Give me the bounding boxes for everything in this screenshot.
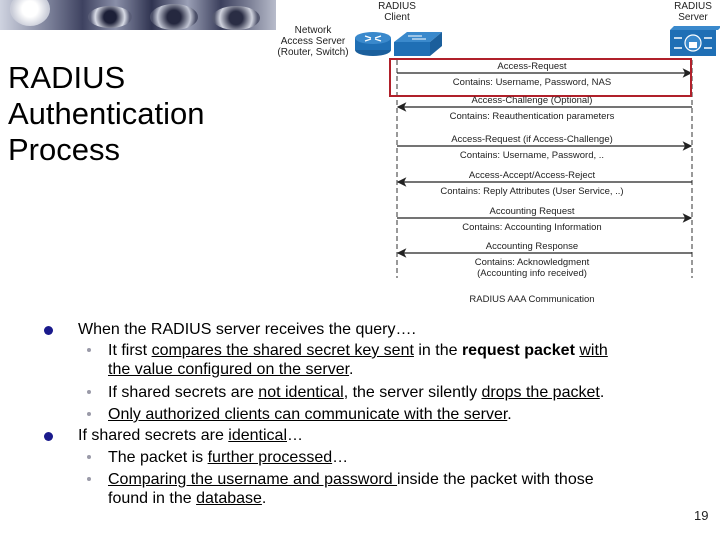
underlined-text: drops the packet bbox=[481, 384, 600, 401]
message-name: Access-Request (if Access-Challenge) bbox=[451, 134, 613, 145]
router-icon bbox=[355, 32, 391, 56]
text: . bbox=[261, 490, 267, 507]
underlined-text: compares the shared secret key sent bbox=[151, 342, 414, 359]
text: The packet is bbox=[108, 449, 208, 466]
bullet-item: If shared secrets are identical… bbox=[78, 426, 303, 445]
underlined-text: further processed bbox=[207, 449, 333, 466]
text: . bbox=[507, 406, 512, 423]
message-name: Access-Request bbox=[497, 61, 567, 72]
text: . bbox=[599, 384, 605, 401]
text: inside the packet with those bbox=[397, 471, 594, 488]
title-line: Process bbox=[8, 132, 120, 167]
underlined-text: not identical bbox=[258, 384, 344, 401]
underlined-text: Comparing the username and password bbox=[108, 471, 398, 488]
diagram-caption: RADIUS AAA Communication bbox=[469, 294, 595, 305]
message-contents: Contains: Accounting Information bbox=[462, 222, 602, 233]
sub-bullet-dot-icon bbox=[87, 455, 91, 459]
slide-title: RADIUS Authentication Process bbox=[8, 60, 204, 168]
bullet-dot-icon bbox=[44, 432, 53, 441]
sub-bullet-dot-icon bbox=[87, 390, 91, 394]
text: If shared secrets are bbox=[108, 384, 259, 401]
sub-bullet-dot-icon bbox=[87, 348, 91, 352]
underlined-text: with bbox=[579, 342, 608, 359]
bold-text: request packet bbox=[461, 342, 575, 359]
message-contents: Contains: Reauthentication parameters bbox=[449, 111, 615, 122]
message-contents: Contains: Reply Attributes (User Service… bbox=[440, 186, 624, 197]
sub-bullet-item: It first compares the shared secret key … bbox=[108, 341, 688, 379]
message-name: Access-Challenge (Optional) bbox=[471, 95, 593, 106]
sub-bullet-item: Only authorized clients can communicate … bbox=[108, 405, 512, 424]
message-name: Accounting Request bbox=[489, 206, 575, 217]
sub-bullet-item: If shared secrets are not identical, the… bbox=[108, 383, 604, 402]
header-banner-image bbox=[0, 0, 276, 30]
text: . bbox=[349, 361, 354, 378]
text: , the server silently bbox=[343, 384, 482, 401]
message-contents: (Accounting info received) bbox=[477, 268, 587, 279]
sub-bullet-item: The packet is further processed… bbox=[108, 448, 348, 467]
bullet-dot-icon bbox=[44, 326, 53, 335]
underlined-text: the value configured on the server bbox=[108, 361, 350, 378]
radius-server-icon bbox=[670, 26, 720, 56]
message-contents: Contains: Acknowledgment bbox=[474, 257, 590, 268]
text: … bbox=[287, 427, 303, 444]
bullet-item: When the RADIUS server receives the quer… bbox=[78, 321, 416, 338]
text: It first bbox=[108, 342, 152, 359]
title-line: Authentication bbox=[8, 96, 205, 131]
underlined-text: database bbox=[196, 490, 262, 507]
sub-bullet-dot-icon bbox=[87, 477, 91, 481]
text: in the bbox=[413, 342, 462, 359]
sub-bullet-item: Comparing the username and password insi… bbox=[108, 470, 668, 508]
text: If shared secrets are bbox=[78, 427, 229, 444]
message-name: Access-Accept/Access-Reject bbox=[468, 170, 596, 181]
message-contents: Contains: Username, Password, NAS bbox=[452, 77, 612, 88]
message-name: Accounting Response bbox=[485, 241, 579, 252]
text: found in the bbox=[108, 490, 197, 507]
switch-icon bbox=[394, 32, 442, 56]
radius-sequence-diagram: Network Access Server (Router, Switch) R… bbox=[270, 0, 720, 310]
sub-bullet-dot-icon bbox=[87, 412, 91, 416]
message-contents: Contains: Username, Password, .. bbox=[459, 150, 605, 161]
text: … bbox=[332, 449, 349, 466]
underlined-text: Only authorized clients can communicate … bbox=[108, 406, 508, 423]
underlined-text: identical bbox=[228, 427, 287, 444]
page-number: 19 bbox=[694, 508, 709, 523]
title-line: RADIUS bbox=[8, 60, 126, 95]
